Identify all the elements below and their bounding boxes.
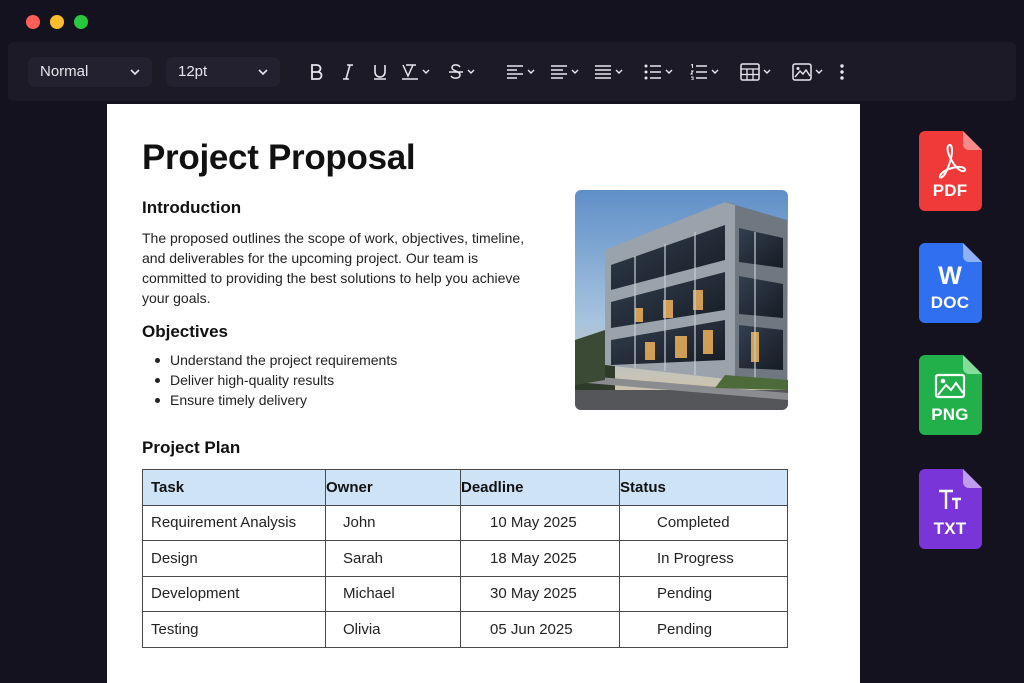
underline-button[interactable] — [364, 57, 396, 87]
export-doc-button[interactable]: W DOC — [919, 243, 983, 323]
introduction-heading: Introduction — [142, 198, 242, 217]
paragraph-style-dropdown[interactable]: Normal — [28, 56, 152, 87]
table-row: Development Michael 30 May 2025 Pending — [142, 575, 788, 612]
deadline-cell[interactable]: 18 May 2025 — [460, 540, 620, 577]
page-title: Project Proposal — [142, 138, 416, 177]
task-cell[interactable]: Development — [142, 575, 326, 612]
strikethrough-button[interactable] — [442, 57, 482, 87]
bullet-list-icon — [644, 64, 661, 79]
more-vertical-icon — [840, 63, 844, 80]
chevron-down-icon — [665, 69, 673, 74]
chevron-down-icon — [130, 68, 140, 75]
strikethrough-icon — [449, 63, 463, 79]
list-item: Ensure timely delivery — [142, 390, 397, 410]
chevron-down-icon — [571, 69, 579, 74]
chevron-down-icon — [763, 69, 771, 74]
chevron-down-icon — [258, 68, 268, 75]
italic-icon — [343, 63, 353, 80]
objectives-heading: Objectives — [142, 322, 228, 341]
introduction-paragraph: The proposed outlines the scope of work,… — [142, 230, 525, 306]
png-label: PNG — [931, 405, 969, 424]
chevron-down-icon — [615, 69, 623, 74]
task-cell[interactable]: Requirement Analysis — [142, 504, 326, 541]
objectives-list: Understand the project requirements Deli… — [142, 350, 397, 410]
numbered-list-button[interactable] — [686, 57, 724, 87]
chevron-down-icon — [467, 69, 475, 74]
chevron-down-icon — [422, 69, 430, 74]
column-header-owner: Owner — [325, 469, 461, 506]
pdf-label: PDF — [932, 181, 968, 200]
project-plan-heading: Project Plan — [142, 438, 241, 457]
image-icon — [792, 62, 812, 81]
list-item: Deliver high-quality results — [142, 370, 397, 390]
export-pdf-button[interactable]: PDF — [919, 131, 983, 211]
table-header-row: Task Owner Deadline Status — [142, 469, 788, 506]
align-left-button[interactable] — [502, 57, 540, 87]
align-left-icon — [507, 64, 523, 79]
table-icon — [740, 62, 760, 81]
text-highlight-button[interactable] — [396, 57, 436, 87]
doc-label: DOC — [930, 293, 970, 312]
project-plan-table: Task Owner Deadline Status Requirement A… — [142, 469, 788, 648]
export-txt-button[interactable]: TXT — [919, 469, 983, 549]
line-spacing-button[interactable] — [590, 57, 628, 87]
status-cell[interactable]: Pending — [619, 575, 788, 612]
task-cell[interactable]: Design — [142, 540, 326, 577]
minimize-window-button[interactable] — [50, 15, 64, 29]
owner-cell[interactable]: Michael — [325, 575, 461, 612]
formatting-toolbar: Normal 12pt — [8, 42, 1016, 101]
italic-button[interactable] — [332, 57, 364, 87]
svg-text:W: W — [938, 262, 962, 290]
paragraph-style-value: Normal — [40, 63, 89, 80]
numbered-list-icon — [690, 63, 707, 80]
underline-icon — [374, 64, 386, 80]
table-row: Design Sarah 18 May 2025 In Progress — [142, 540, 788, 577]
justify-icon — [595, 64, 611, 79]
chevron-down-icon — [711, 69, 719, 74]
text-color-icon — [402, 63, 418, 80]
list-item: Understand the project requirements — [142, 350, 397, 370]
align-center-button[interactable] — [546, 57, 584, 87]
bold-button[interactable] — [300, 57, 332, 87]
txt-label: TXT — [933, 519, 967, 538]
deadline-cell[interactable]: 05 Jun 2025 — [460, 611, 620, 648]
bold-icon — [311, 63, 323, 80]
insert-image-button[interactable] — [788, 57, 828, 87]
export-png-button[interactable]: PNG — [919, 355, 983, 435]
status-cell[interactable]: In Progress — [619, 540, 788, 577]
insert-table-button[interactable] — [736, 57, 776, 87]
column-header-task: Task — [142, 469, 326, 506]
owner-cell[interactable]: John — [325, 504, 461, 541]
column-header-status: Status — [619, 469, 788, 506]
align-center-icon — [551, 64, 567, 79]
font-size-value: 12pt — [178, 63, 208, 80]
building-image — [575, 190, 788, 410]
bulleted-list-button[interactable] — [640, 57, 678, 87]
table-row: Requirement Analysis John 10 May 2025 Co… — [142, 504, 788, 541]
owner-cell[interactable]: Olivia — [325, 611, 461, 648]
chevron-down-icon — [815, 69, 823, 74]
font-size-dropdown[interactable]: 12pt — [166, 56, 280, 87]
deadline-cell[interactable]: 30 May 2025 — [460, 575, 620, 612]
more-options-button[interactable] — [832, 57, 852, 87]
column-header-deadline: Deadline — [460, 469, 620, 506]
deadline-cell[interactable]: 10 May 2025 — [460, 504, 620, 541]
maximize-window-button[interactable] — [74, 15, 88, 29]
building-photo[interactable] — [575, 190, 788, 410]
window-controls — [26, 15, 88, 29]
status-cell[interactable]: Completed — [619, 504, 788, 541]
document-page[interactable]: Project Proposal Introduction The propos… — [107, 104, 860, 683]
status-cell[interactable]: Pending — [619, 611, 788, 648]
table-row: Testing Olivia 05 Jun 2025 Pending — [142, 611, 788, 648]
chevron-down-icon — [527, 69, 535, 74]
close-window-button[interactable] — [26, 15, 40, 29]
task-cell[interactable]: Testing — [142, 611, 326, 648]
owner-cell[interactable]: Sarah — [325, 540, 461, 577]
